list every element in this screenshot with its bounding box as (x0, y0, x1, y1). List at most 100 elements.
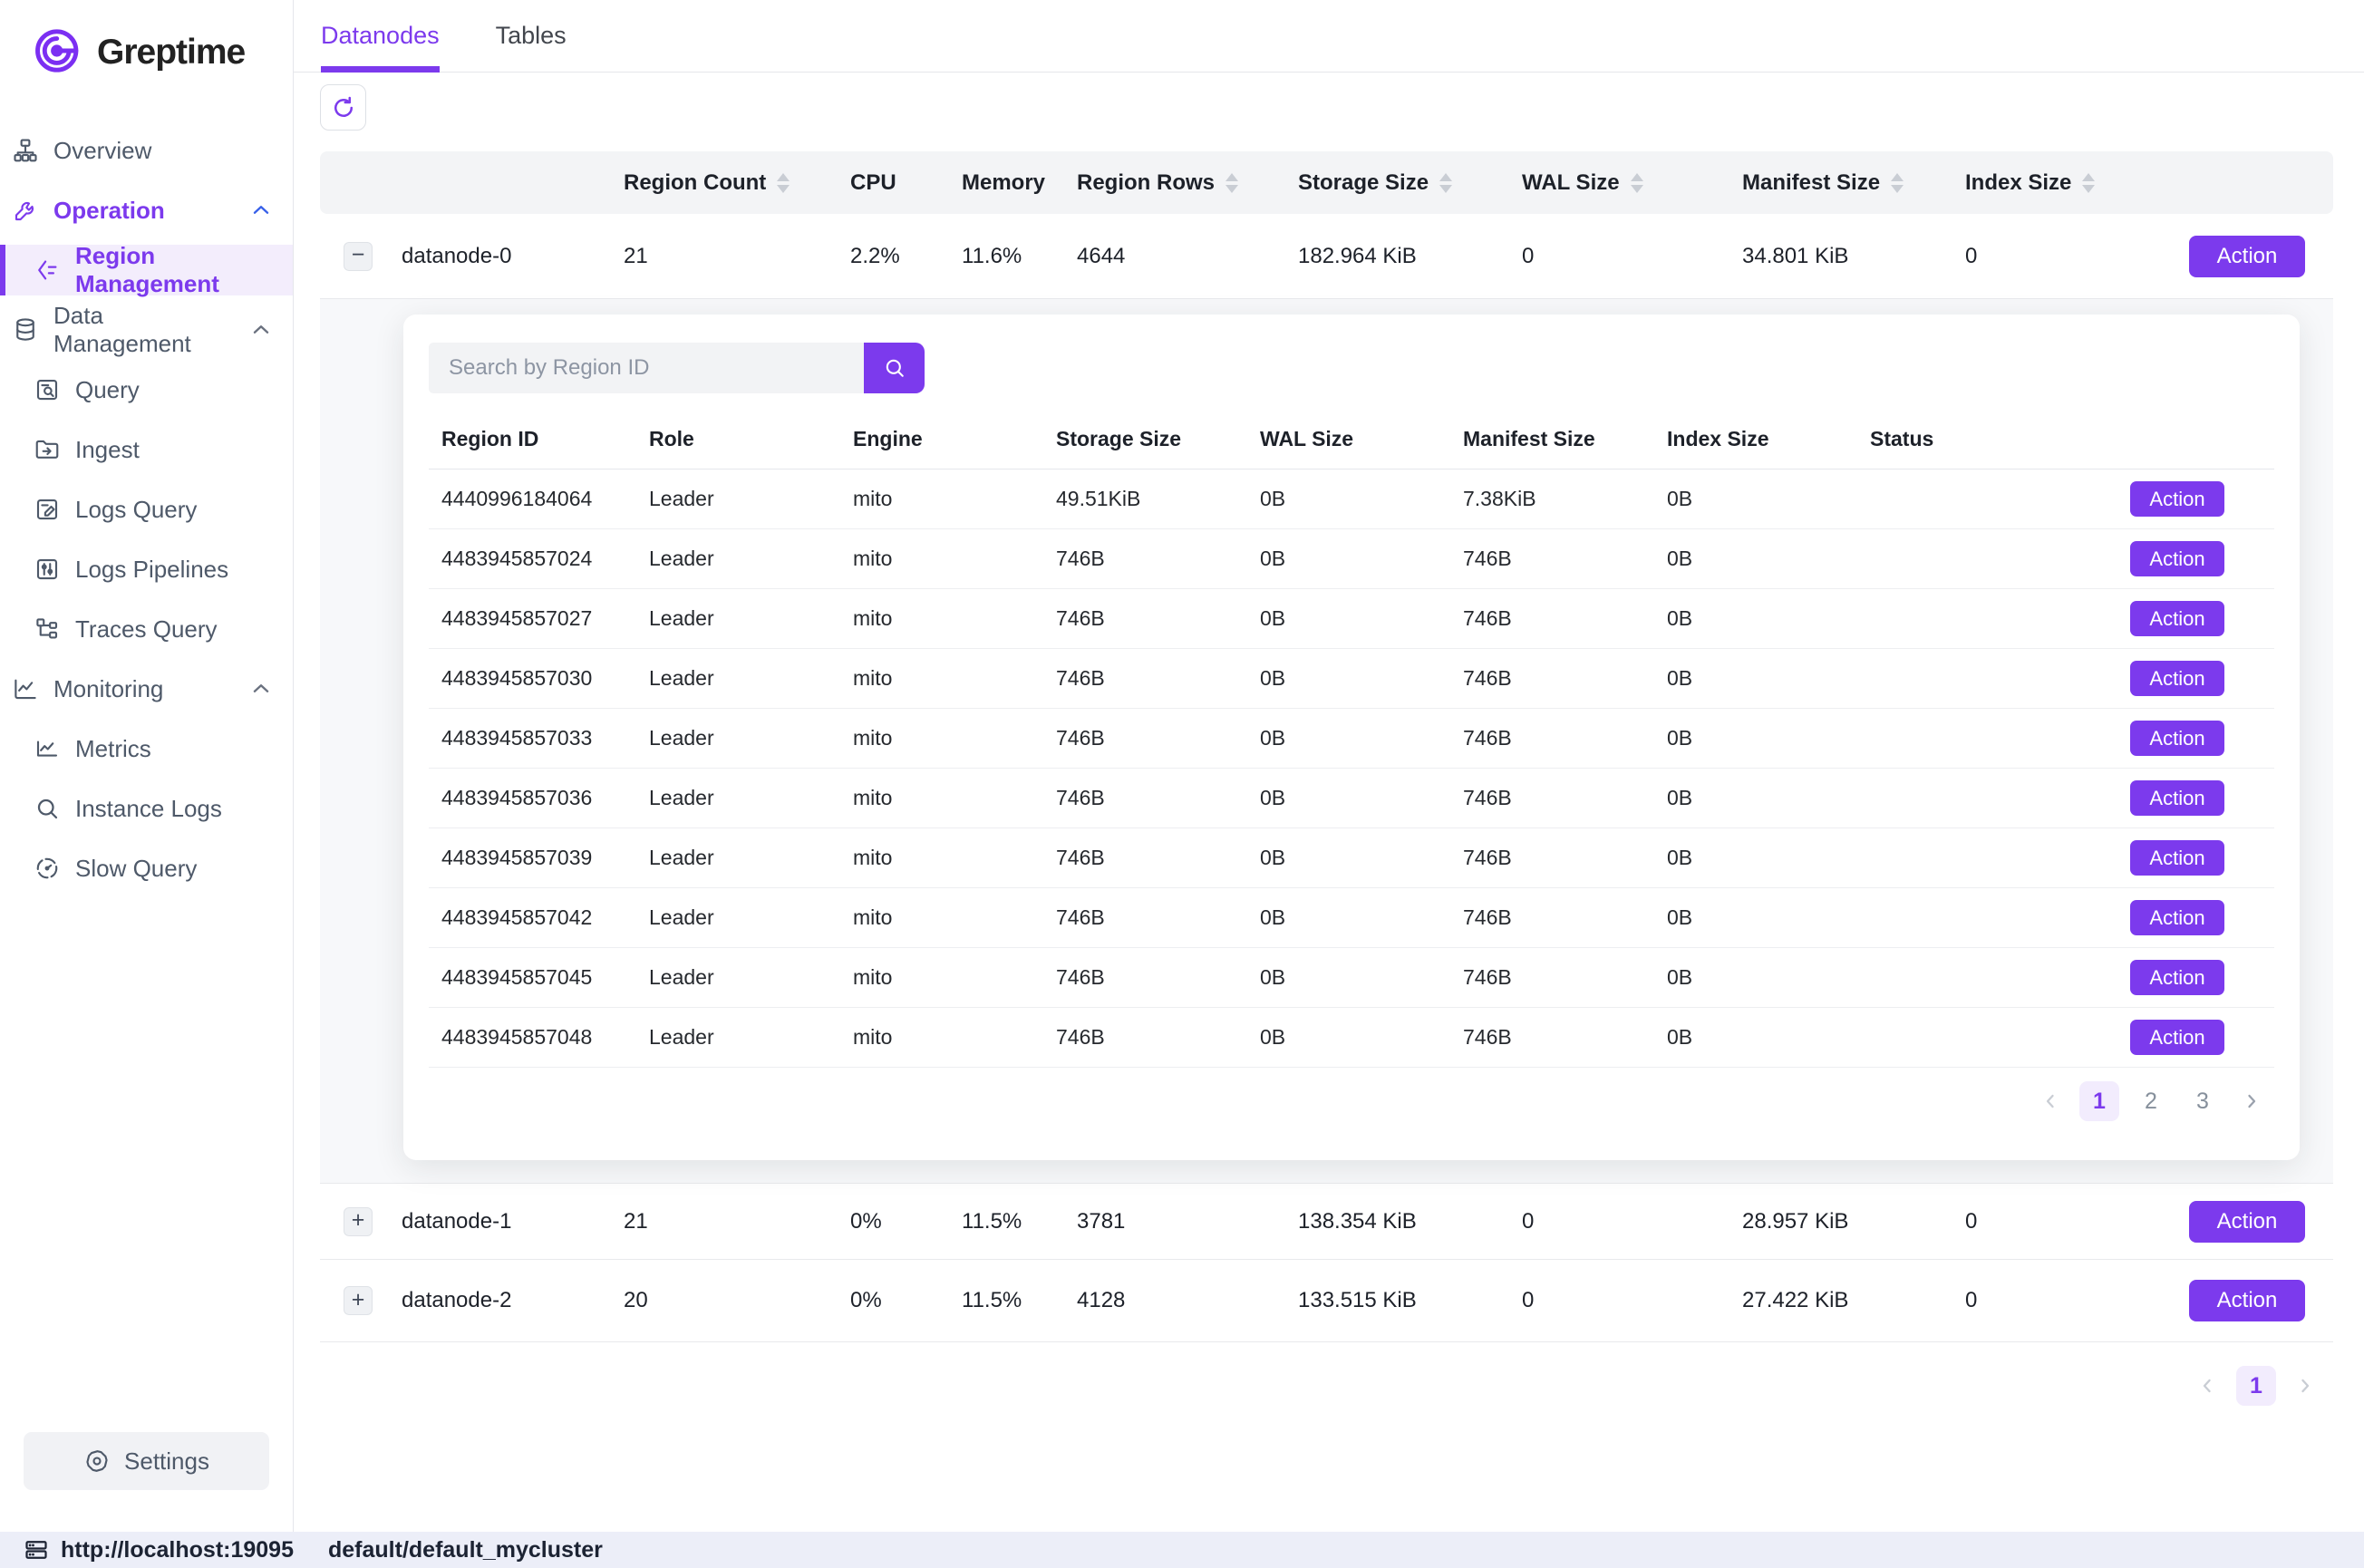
wal-size-cell: 0B (1247, 487, 1450, 511)
sidebar-item-traces-query[interactable]: Traces Query (0, 604, 293, 654)
endpoint-text[interactable]: http://localhost:19095 (61, 1537, 294, 1563)
chevron-up-icon (249, 677, 273, 701)
region-search-input[interactable] (429, 343, 864, 393)
sidebar-item-operation[interactable]: Operation (0, 185, 293, 236)
sidebar-item-logs-pipelines[interactable]: Logs Pipelines (0, 544, 293, 595)
region-action-button[interactable]: Action (2130, 601, 2224, 636)
sidebar-item-overview[interactable]: Overview (0, 125, 293, 176)
column-header-storage-size[interactable]: Storage Size (1298, 170, 1522, 196)
datanode-name-cell: datanode-1 (402, 1209, 624, 1234)
region-id-cell: 4483945857030 (429, 666, 636, 691)
pagination-next-button[interactable] (2234, 1081, 2269, 1121)
pagination-next-button[interactable] (2288, 1366, 2322, 1406)
chevron-left-icon (2039, 1090, 2061, 1112)
column-header-index-size[interactable]: Index Size (1965, 170, 2189, 196)
pagination-page-1[interactable]: 1 (2079, 1081, 2119, 1121)
sidebar-item-query[interactable]: Query (0, 364, 293, 415)
tab-label: Tables (496, 22, 567, 50)
database-icon (11, 315, 40, 344)
role-cell: Leader (636, 846, 840, 870)
expand-row-button[interactable] (344, 1207, 373, 1236)
storage-size-cell: 746B (1043, 786, 1247, 810)
sidebar-item-logs-query[interactable]: Logs Query (0, 484, 293, 535)
tab-tables[interactable]: Tables (496, 0, 567, 72)
datanode-action-button[interactable]: Action (2189, 1280, 2305, 1321)
memory-cell: 11.5% (962, 1209, 1077, 1234)
region-rows-cell: 3781 (1077, 1209, 1298, 1234)
manifest-size-cell: 28.957 KiB (1742, 1209, 1965, 1234)
brand-logo[interactable]: Greptime (0, 18, 293, 87)
sort-icon[interactable] (1631, 173, 1643, 193)
database-text[interactable]: default/default_mycluster (328, 1537, 603, 1563)
wal-size-cell: 0B (1247, 846, 1450, 870)
manifest-size-cell: 7.38KiB (1450, 487, 1654, 511)
role-cell: Leader (636, 487, 840, 511)
pagination-prev-button[interactable] (2190, 1366, 2224, 1406)
column-header-engine: Engine (840, 427, 1043, 451)
sort-icon[interactable] (2082, 173, 2095, 193)
regions-table-body: 4440996184064 Leader mito 49.51KiB 0B 7.… (429, 469, 2274, 1068)
pagination-page-2[interactable]: 2 (2131, 1081, 2171, 1121)
column-header-region-id: Region ID (429, 427, 636, 451)
region-id-cell: 4483945857027 (429, 606, 636, 631)
manifest-size-cell: 27.422 KiB (1742, 1288, 1965, 1313)
wal-size-cell: 0B (1247, 666, 1450, 691)
region-action-button[interactable]: Action (2130, 900, 2224, 935)
tab-datanodes[interactable]: Datanodes (321, 0, 440, 72)
cpu-cell: 0% (850, 1209, 962, 1234)
manifest-size-cell: 746B (1450, 846, 1654, 870)
region-search-button[interactable] (864, 343, 925, 393)
settings-label: Settings (124, 1447, 209, 1476)
column-header-region-rows[interactable]: Region Rows (1077, 170, 1298, 196)
datanode-name-cell: datanode-0 (402, 244, 624, 269)
index-size-cell: 0B (1654, 606, 1857, 631)
sidebar-item-monitoring[interactable]: Monitoring (0, 663, 293, 714)
region-action-button[interactable]: Action (2130, 481, 2224, 517)
column-header-wal-size[interactable]: WAL Size (1522, 170, 1742, 196)
manifest-size-cell: 746B (1450, 666, 1654, 691)
wal-size-cell: 0 (1522, 244, 1742, 269)
column-header-region-count[interactable]: Region Count (624, 170, 850, 196)
line-chart-icon (33, 734, 62, 763)
sort-icon[interactable] (777, 173, 790, 193)
pagination-page-3[interactable]: 3 (2183, 1081, 2223, 1121)
region-action-button[interactable]: Action (2130, 1020, 2224, 1055)
refresh-button[interactable] (320, 84, 366, 131)
sidebar-item-region-management[interactable]: Region Management (0, 245, 293, 295)
pagination-prev-button[interactable] (2033, 1081, 2068, 1121)
sidebar-item-data-management[interactable]: Data Management (0, 305, 293, 355)
region-row: 4483945857027 Leader mito 746B 0B 746B 0… (429, 589, 2274, 649)
region-id-cell: 4483945857033 (429, 726, 636, 750)
engine-cell: mito (840, 666, 1043, 691)
column-header-role: Role (636, 427, 840, 451)
expand-row-button[interactable] (344, 1286, 373, 1315)
sidebar-item-ingest[interactable]: Ingest (0, 424, 293, 475)
sort-icon[interactable] (1891, 173, 1904, 193)
region-action-button[interactable]: Action (2130, 780, 2224, 816)
sort-icon[interactable] (1439, 173, 1452, 193)
sort-icon[interactable] (1226, 173, 1238, 193)
sidebar-item-instance-logs[interactable]: Instance Logs (0, 783, 293, 834)
collapse-row-button[interactable] (344, 242, 373, 271)
sidebar-item-metrics[interactable]: Metrics (0, 723, 293, 774)
datanode-action-button[interactable]: Action (2189, 236, 2305, 277)
region-action-button[interactable]: Action (2130, 960, 2224, 995)
datanode-action-button[interactable]: Action (2189, 1201, 2305, 1243)
column-header-manifest-size[interactable]: Manifest Size (1742, 170, 1965, 196)
region-action-button[interactable]: Action (2130, 541, 2224, 576)
role-cell: Leader (636, 726, 840, 750)
sidebar-item-label: Logs Pipelines (75, 556, 228, 584)
region-action-button[interactable]: Action (2130, 840, 2224, 876)
region-action-button[interactable]: Action (2130, 661, 2224, 696)
wal-size-cell: 0B (1247, 905, 1450, 930)
pagination-page-1[interactable]: 1 (2236, 1366, 2276, 1406)
storage-size-cell: 746B (1043, 666, 1247, 691)
tab-label: Datanodes (321, 22, 440, 50)
sidebar-item-slow-query[interactable]: Slow Query (0, 843, 293, 894)
settings-button[interactable]: Settings (24, 1432, 269, 1490)
region-id-cell: 4440996184064 (429, 487, 636, 511)
region-action-button[interactable]: Action (2130, 721, 2224, 756)
doc-search-icon (33, 375, 62, 404)
region-id-cell: 4483945857036 (429, 786, 636, 810)
role-cell: Leader (636, 547, 840, 571)
